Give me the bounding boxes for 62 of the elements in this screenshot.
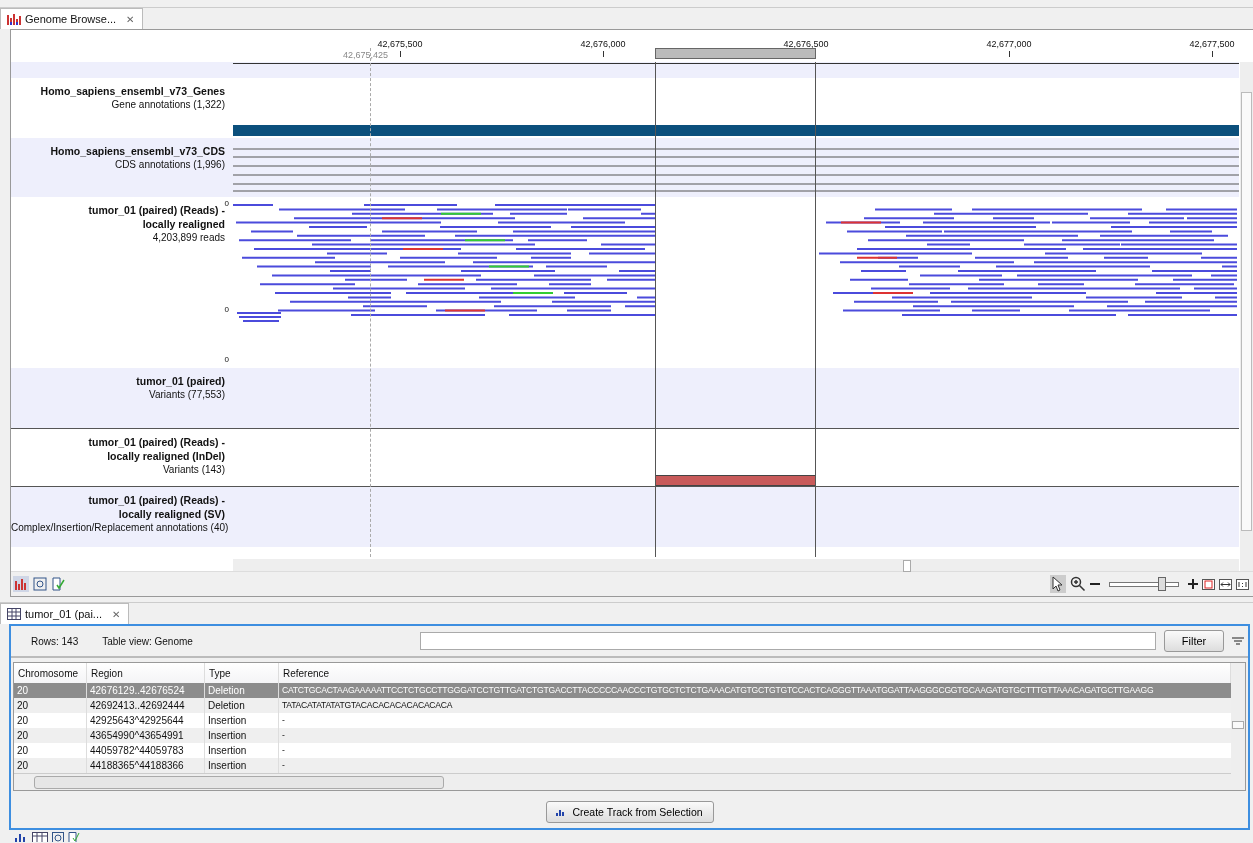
create-track-button[interactable]: Create Track from Selection [545, 801, 714, 823]
cursor-position-label: 42,675,425 [343, 50, 389, 60]
track-title: Homo_sapiens_ensembl_v73_CDS [49, 144, 225, 158]
track-title: locally realigned (InDel) [106, 449, 225, 463]
track-title: Homo_sapiens_ensembl_v73_Genes [39, 84, 225, 98]
document-check-icon[interactable] [51, 577, 65, 591]
coverage-axis-label: 0 [224, 355, 229, 364]
track-title: tumor_01 (paired) (Reads) - [87, 435, 225, 449]
ruler-tick-label: 42,676,000 [580, 39, 626, 49]
track-subtitle: Variants (143) [161, 463, 225, 476]
track-subtitle: Gene annotations (1,322) [110, 98, 225, 111]
coverage-axis-label: 0 [224, 305, 229, 314]
track-title: locally realigned (SV) [117, 507, 225, 521]
track-title: tumor_01 (paired) (Reads) - [87, 204, 225, 217]
genome-browser-tab[interactable]: Genome Browse... ✕ [0, 8, 144, 29]
fit-width-icon[interactable] [1219, 578, 1232, 590]
table-cell-text: - [281, 729, 286, 742]
ruler-tick-label: 42,676,500 [783, 39, 829, 49]
table-tab[interactable]: tumor_01 (pai... ✕ [0, 603, 130, 624]
table-cell-text: - [281, 744, 286, 757]
table-cell-text: TATACATATATATGTACACACACACACACACA [281, 699, 454, 712]
ruler-tick-label: 42,675,500 [377, 39, 423, 49]
table-icon[interactable] [32, 832, 48, 842]
coverage-axis-label: 0 [224, 199, 229, 208]
bar-chart-icon[interactable] [13, 576, 29, 592]
filter-button[interactable]: Filter [1164, 630, 1224, 652]
track-subtitle: 4,203,899 reads [151, 231, 225, 244]
zoom-slider-thumb[interactable] [1158, 577, 1167, 591]
bar-chart-icon [556, 808, 567, 816]
actual-size-icon[interactable] [1236, 578, 1249, 590]
table-cell-text: CATCTGCACTAAGAAAAATTCCTCTGCCTTGGGATCCTGTTGATCTGTGACCTTACCCCCAACCCTGTGCTCTCTGAAACATGTGCTGTGTCCACTCAGGGTTAAATGGATTAAGGGCGGTGCAAGATGTGCTTTGTTAAACAGATGCTTGAAGG [281, 684, 1155, 697]
table-row[interactable]: 20 42692413..42692444 Deletion TATACATATATATGTACACACACACACACACA [14, 698, 1231, 713]
table-cell-text: - [281, 759, 286, 772]
vertical-scrollbar[interactable] [1240, 62, 1253, 571]
track-subtitle: CDS annotations (1,996) [113, 158, 225, 171]
ruler-tick-label: 42,677,500 [1189, 39, 1235, 49]
track-title: locally realigned [141, 217, 225, 231]
filter-field[interactable] [420, 632, 1156, 650]
table-icon [7, 608, 21, 620]
table-row[interactable]: 20 43654990^43654991 Insertion - [14, 728, 1231, 743]
track-title: tumor_01 (paired) (Reads) - [87, 493, 225, 507]
track-title: tumor_01 (paired) [135, 374, 225, 388]
menu-icon[interactable] [1232, 635, 1244, 647]
table-cell-text: - [281, 714, 286, 727]
close-icon[interactable]: ✕ [126, 13, 135, 25]
horizontal-scrollbar[interactable] [233, 559, 1239, 571]
close-icon[interactable]: ✕ [112, 608, 121, 620]
vertical-scrollbar[interactable] [1231, 663, 1245, 790]
plus-icon[interactable] [1188, 579, 1198, 589]
table-view-label: Table view: Genome [102, 635, 194, 647]
track-subtitle: Variants (77,553) [148, 388, 225, 401]
horizontal-scrollbar[interactable] [14, 773, 1231, 790]
row-count-label: Rows: 143 [31, 635, 79, 647]
table-row[interactable]: 20 44188365^44188366 Insertion - [14, 758, 1231, 773]
bar-chart-icon[interactable] [14, 832, 28, 842]
zoom-slider[interactable] [1106, 577, 1182, 591]
zoom-in-icon[interactable] [1070, 576, 1086, 592]
pointer-icon[interactable] [1050, 575, 1066, 593]
bar-chart-icon [7, 13, 21, 25]
zoom-to-selection-icon[interactable] [1202, 578, 1215, 590]
ruler-tick-label: 42,677,000 [986, 39, 1032, 49]
document-check-icon[interactable] [68, 832, 80, 842]
